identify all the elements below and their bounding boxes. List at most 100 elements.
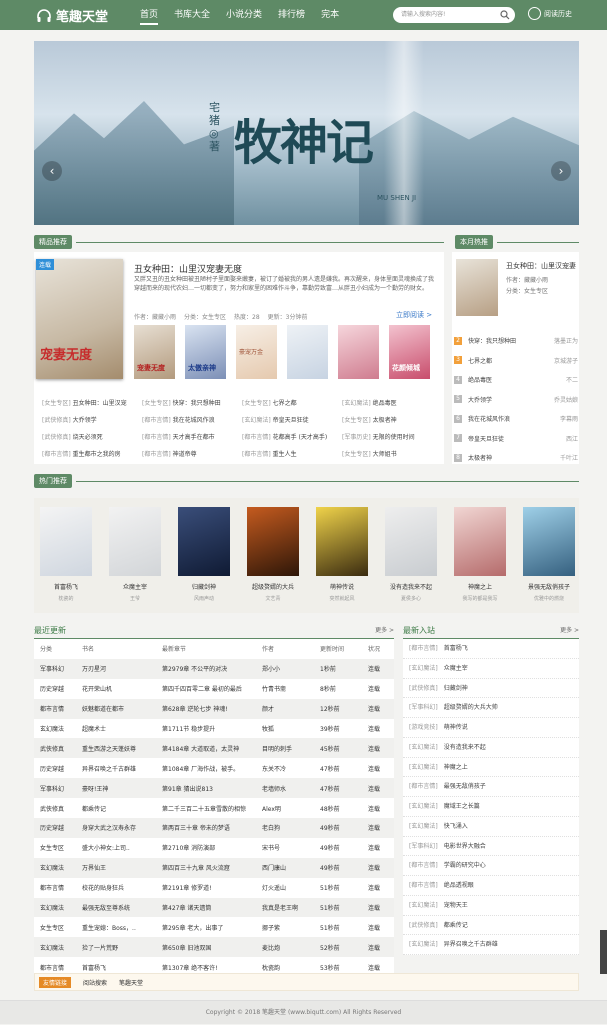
list-item[interactable]: [女生专区] 丑女种田：山里汉宠 <box>42 398 142 407</box>
list-item-title[interactable]: 魔域王之长篇 <box>444 803 480 810</box>
book-thumbnail[interactable]: 豪宠万金 <box>236 325 277 379</box>
side-tab[interactable] <box>600 930 607 974</box>
search-input[interactable]: 请输入搜索内容! <box>393 7 515 23</box>
list-item-title[interactable]: 大乔领学 <box>73 417 97 424</box>
hot-book[interactable]: 首富杨飞 枕瓷的 <box>40 507 92 602</box>
table-cell[interactable]: 豪呀!王神 <box>76 778 156 798</box>
table-cell[interactable]: 第628章 逆轮七步 神魂! <box>156 699 256 719</box>
list-item-title[interactable]: 快穿：我只想种田 <box>173 400 221 407</box>
list-item[interactable]: [武侠修真] 大乔领学 <box>42 415 142 424</box>
ranking-top-cover[interactable] <box>456 259 498 316</box>
list-item[interactable]: [都市言情] 重生都市之我的房 <box>42 449 142 458</box>
list-item[interactable]: [军事科幻] 超级赘婿的大兵大帅 <box>403 698 579 718</box>
list-item[interactable]: [玄幻魔法] 没有造我来不起 <box>403 738 579 758</box>
table-cell[interactable]: 第两百三十章 帝未的梦语 <box>156 818 256 838</box>
book-thumbnail[interactable]: 宠妻无度 <box>134 325 175 379</box>
list-item-title[interactable]: 最强无敌俏孩子 <box>444 783 486 790</box>
list-item-title[interactable]: 宠物天王 <box>444 902 468 909</box>
table-cell[interactable]: 第四百三十九章 风火流窟 <box>156 858 256 878</box>
latest-more-link[interactable]: 更多 > <box>375 625 394 636</box>
list-item-title[interactable]: 神魔之上 <box>444 764 468 771</box>
table-cell[interactable]: 都乘传记 <box>76 798 156 818</box>
ranking-item[interactable]: 8 太极者神 千叶江 <box>454 448 578 468</box>
rank-book-name[interactable]: 帝皇天旦狂徒 <box>468 434 566 443</box>
hero-banner[interactable]: 宅猪◎著 牧神记 MU SHEN JI ‹ › <box>34 41 579 225</box>
table-cell[interactable]: 盛大小神女:上司.. <box>76 838 156 858</box>
table-cell[interactable]: 万刃星河 <box>76 659 156 679</box>
hot-book[interactable]: 神魔之上 我写的都是我写 <box>454 507 506 602</box>
table-cell[interactable]: 第91章 猜出说813 <box>156 778 256 798</box>
book-thumbnail[interactable] <box>287 325 328 379</box>
featured-book-title[interactable]: 丑女种田：山里汉宠妻无度 <box>134 262 242 275</box>
table-cell[interactable]: 第4184章 大道取道，太灵神 <box>156 738 256 758</box>
table-cell[interactable]: 异界召唤之千古群雄 <box>76 758 156 778</box>
hot-book-cover[interactable] <box>316 507 368 576</box>
reading-history-button[interactable]: 阅读历史 <box>528 7 572 20</box>
ranking-item[interactable]: 4 绝品毒医 不二 <box>454 370 578 390</box>
list-item[interactable]: [玄幻魔法] 众魔主宰 <box>403 659 579 679</box>
list-item[interactable]: [女生专区] 太极者神 <box>342 415 442 424</box>
friend-link[interactable]: 笔趣天堂 <box>119 978 143 987</box>
table-cell[interactable]: 第427章 诸天遗筒 <box>156 898 256 918</box>
list-item-title[interactable]: 花都高手 (天才高手) <box>273 434 328 441</box>
book-thumbnail[interactable]: 花颜倾城 <box>389 325 430 379</box>
table-cell[interactable]: 捡了一片荒野 <box>76 937 156 957</box>
table-cell[interactable]: 重生西游之天蓬妖尊 <box>76 738 156 758</box>
list-item-title[interactable]: 神道帝尊 <box>173 451 197 458</box>
table-cell[interactable]: 第2979章 不公平的对决 <box>156 659 256 679</box>
friend-link[interactable]: 阅站搜索 <box>83 978 107 987</box>
list-item[interactable]: [都市言情] 天才高手在都市 <box>142 432 242 441</box>
nav-categories[interactable]: 小说分类 <box>226 0 262 30</box>
table-cell[interactable]: 万界仙王 <box>76 858 156 878</box>
list-item[interactable]: [玄幻魔法] 宠物天王 <box>403 896 579 916</box>
list-item-title[interactable]: 都乘传记 <box>444 922 468 929</box>
list-item-title[interactable]: 无限的使用时间 <box>373 434 415 441</box>
rank-book-name[interactable]: 太极者神 <box>468 453 560 462</box>
search-icon[interactable] <box>500 10 510 20</box>
list-item-title[interactable]: 异界召唤之千古群雄 <box>444 941 498 948</box>
rank-book-name[interactable]: 快穿：我只想种田 <box>468 336 554 345</box>
list-item-title[interactable]: 超级赘婿的大兵大帅 <box>444 704 498 711</box>
ranking-item[interactable]: 2 快穿：我只想种田 落墨正为 <box>454 331 578 351</box>
list-item-title[interactable]: 归藏剑神 <box>444 685 468 692</box>
rank-book-name[interactable]: 绝品毒医 <box>468 375 566 384</box>
prev-arrow-icon[interactable]: ‹ <box>42 161 62 181</box>
featured-book-cover[interactable]: 连载 宠妻无度 <box>36 259 123 379</box>
table-cell[interactable]: 第2191章 修罗道! <box>156 878 256 898</box>
table-cell[interactable]: 重生宠媳：Boss，.. <box>76 917 156 937</box>
hot-book[interactable]: 超级赘婿的大兵 文艺青 <box>247 507 299 602</box>
ranking-top-title[interactable]: 丑女种田：山里汉宠妻 <box>506 261 576 271</box>
list-item[interactable]: [玄幻魔法] 帝皇天旦狂徒 <box>242 415 342 424</box>
hot-book-name[interactable]: 众魔主宰 <box>109 582 161 591</box>
list-item[interactable]: [都市言情] 神道帝尊 <box>142 449 242 458</box>
list-item-title[interactable]: 首富杨飞 <box>444 645 468 652</box>
hot-book-cover[interactable] <box>247 507 299 576</box>
ranking-item[interactable]: 5 大乔领学 乔灵姑娘 <box>454 390 578 410</box>
list-item[interactable]: [都市言情] 花都高手 (天才高手) <box>242 432 342 441</box>
list-item-title[interactable]: 七界之都 <box>273 400 297 407</box>
list-item-title[interactable]: 萌神传说 <box>444 724 468 731</box>
list-item-title[interactable]: 重生都市之我的房 <box>73 451 121 458</box>
hot-book-name[interactable]: 神魔之上 <box>454 582 506 591</box>
hot-book-cover[interactable] <box>385 507 437 576</box>
rank-book-name[interactable]: 我在花城风作浪 <box>468 414 560 423</box>
list-item[interactable]: [女生专区] 七界之都 <box>242 398 342 407</box>
list-item[interactable]: [玄幻魔法] 绝品毒医 <box>342 398 442 407</box>
list-item-title[interactable]: 电影世界大融合 <box>444 843 486 850</box>
list-item[interactable]: [都市言情] 最强无敌俏孩子 <box>403 777 579 797</box>
table-cell[interactable]: 校花的贴身狂兵 <box>76 878 156 898</box>
list-item-title[interactable]: 快飞涌入 <box>444 823 468 830</box>
hot-book-name[interactable]: 超级赘婿的大兵 <box>247 582 299 591</box>
table-cell[interactable]: 第二千三百二十五章雪散的相惊 <box>156 798 256 818</box>
ranking-item[interactable]: 7 帝皇天旦狂徒 西江 <box>454 429 578 449</box>
table-cell[interactable]: 第650章 旧池双国 <box>156 937 256 957</box>
list-item[interactable]: [都市言情] 首富杨飞 <box>403 639 579 659</box>
list-item-title[interactable]: 重生人生 <box>273 451 297 458</box>
list-item-title[interactable]: 绝品透视眼 <box>444 882 474 889</box>
list-item-title[interactable]: 大师姐书 <box>373 451 397 458</box>
list-item-title[interactable]: 天才高手在都市 <box>173 434 215 441</box>
list-item-title[interactable]: 太极者神 <box>373 417 397 424</box>
next-arrow-icon[interactable]: › <box>551 161 571 181</box>
hot-book-name[interactable]: 归藏剑神 <box>178 582 230 591</box>
table-cell[interactable]: 第2710章 消防演部 <box>156 838 256 858</box>
